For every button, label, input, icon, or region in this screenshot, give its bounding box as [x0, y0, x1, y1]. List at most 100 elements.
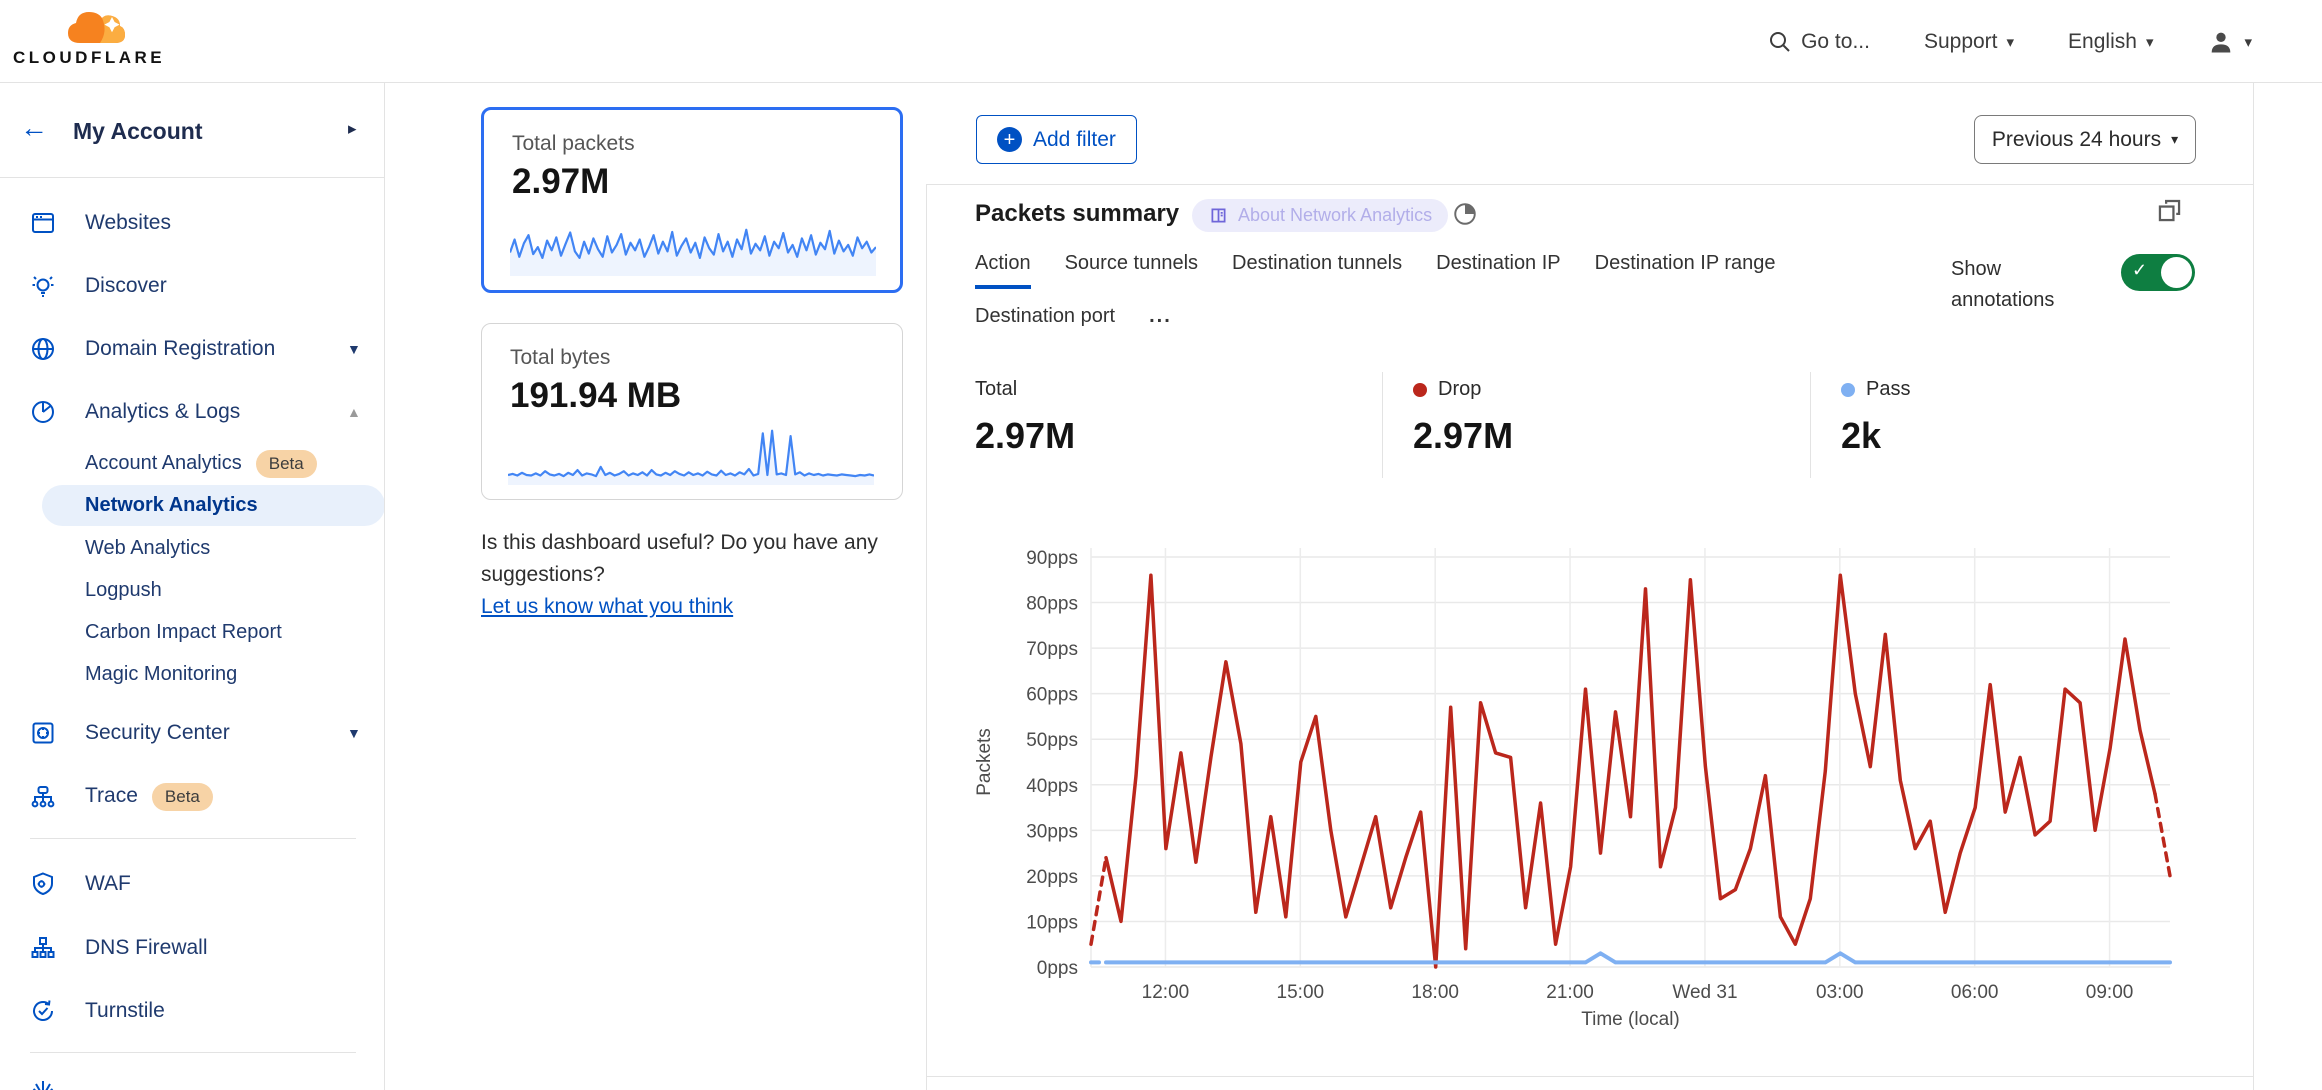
tab-destination-ip[interactable]: Destination IP	[1436, 252, 1561, 289]
cloudflare-logo[interactable]: CLOUDFLARE	[0, 0, 180, 83]
feedback-text-line1: Is this dashboard useful? Do you have an…	[481, 527, 911, 559]
svg-text:0pps: 0pps	[1037, 958, 1078, 979]
time-pie-icon[interactable]	[1452, 201, 1478, 227]
sidebar-item-analytics-logs[interactable]: Analytics & Logs ▲	[0, 387, 385, 437]
svg-text:10pps: 10pps	[1026, 912, 1078, 933]
sidebar-divider	[30, 838, 356, 839]
tab-destination-ip-range[interactable]: Destination IP range	[1595, 252, 1776, 289]
sidebar-subitem-magic-monitoring[interactable]: Magic Monitoring	[0, 654, 385, 695]
svg-text:12:00: 12:00	[1142, 982, 1190, 1003]
svg-text:18:00: 18:00	[1411, 982, 1459, 1003]
svg-text:20pps: 20pps	[1026, 867, 1078, 888]
svg-text:15:00: 15:00	[1277, 982, 1325, 1003]
sidebar-account-title[interactable]: My Account	[73, 118, 203, 145]
sidebar-item-domain-registration[interactable]: Domain Registration ▼	[0, 324, 385, 374]
chevron-down-icon: ▾	[2244, 33, 2252, 51]
svg-text:Time (local): Time (local)	[1581, 1009, 1680, 1030]
cloudflare-wordmark: CLOUDFLARE	[13, 48, 165, 68]
search-icon	[1768, 30, 1792, 54]
sidebar-subitem-label: Network Analytics	[85, 494, 258, 517]
stat-drop-label: Drop	[1438, 378, 1481, 401]
stat-pass-label: Pass	[1866, 378, 1910, 401]
panel-top-border	[926, 184, 2253, 185]
tab-destination-port[interactable]: Destination port	[975, 305, 1115, 338]
stats-divider	[1810, 372, 1811, 478]
sidebar-item-waf[interactable]: WAF	[0, 859, 385, 909]
sidebar-subitem-logpush[interactable]: Logpush	[0, 570, 385, 611]
sidebar-nav: ← My Account ▸ Websites Discover Domain …	[0, 83, 385, 1090]
svg-text:40pps: 40pps	[1026, 776, 1078, 797]
total-packets-card[interactable]: Total packets 2.97M	[481, 107, 903, 293]
stat-total: Total 2.97M	[975, 378, 1075, 457]
chevron-down-icon: ▾	[2146, 33, 2154, 51]
tab-source-tunnels[interactable]: Source tunnels	[1065, 252, 1198, 289]
feedback-link[interactable]: Let us know what you think	[481, 595, 733, 618]
panel-tabs-row2: Destination port ...	[975, 305, 1172, 338]
stat-drop-value: 2.97M	[1413, 415, 1513, 457]
panel-bottom-border	[926, 1076, 2253, 1077]
expand-panel-icon[interactable]	[2156, 197, 2183, 224]
svg-text:06:00: 06:00	[1951, 982, 1999, 1003]
svg-text:Wed 31: Wed 31	[1672, 982, 1737, 1003]
chevron-down-icon: ▼	[347, 341, 361, 357]
support-menu[interactable]: Support ▾	[1924, 30, 2014, 54]
sidebar-item-trace[interactable]: TraceBeta	[0, 772, 385, 822]
show-annotations-label: Show annotations	[1951, 254, 2091, 316]
sidebar-item-websites[interactable]: Websites	[0, 198, 385, 248]
sidebar-item-label: WAF	[85, 872, 131, 896]
account-header-row: ← My Account ▸	[0, 83, 385, 178]
globe-icon	[30, 336, 56, 362]
sidebar-item-turnstile[interactable]: Turnstile	[0, 986, 385, 1036]
svg-text:80pps: 80pps	[1026, 594, 1078, 615]
account-menu[interactable]: ▾	[2207, 28, 2252, 56]
stat-total-label: Total	[975, 378, 1017, 401]
goto-search[interactable]: Go to...	[1768, 30, 1870, 54]
sidebar-subitem-account-analytics[interactable]: Account AnalyticsBeta	[0, 443, 385, 484]
cloudflare-cloud-icon	[62, 5, 126, 49]
pie-chart-icon	[30, 399, 56, 425]
tab-destination-tunnels[interactable]: Destination tunnels	[1232, 252, 1402, 289]
total-packets-sparkline	[510, 214, 876, 276]
language-label: English	[2068, 30, 2137, 54]
support-label: Support	[1924, 30, 1998, 54]
packets-time-series-chart: 0pps10pps20pps30pps40pps50pps60pps70pps8…	[926, 520, 2253, 1076]
plus-circle-icon: +	[997, 127, 1022, 152]
drop-series-dot	[1413, 383, 1427, 397]
add-filter-button[interactable]: + Add filter	[976, 115, 1137, 164]
chevron-down-icon: ▾	[2007, 33, 2015, 51]
total-packets-title: Total packets	[512, 132, 635, 156]
tab-action[interactable]: Action	[975, 252, 1031, 289]
about-network-analytics-badge[interactable]: About Network Analytics	[1192, 199, 1448, 232]
check-icon: ✓	[2132, 260, 2147, 281]
sidebar-subitem-web-analytics[interactable]: Web Analytics	[0, 528, 385, 569]
more-tabs-icon[interactable]: ...	[1149, 305, 1172, 338]
shield-gear-icon	[30, 871, 56, 897]
feedback-text-line2: suggestions?	[481, 559, 911, 591]
sidebar-subitem-carbon-impact-report[interactable]: Carbon Impact Report	[0, 612, 385, 653]
sidebar-item-security-center[interactable]: Security Center ▼	[0, 708, 385, 758]
sidebar-subitem-network-analytics[interactable]: Network Analytics	[0, 485, 385, 526]
svg-text:03:00: 03:00	[1816, 982, 1864, 1003]
chevron-right-icon[interactable]: ▸	[348, 119, 357, 139]
pass-series-dot	[1841, 383, 1855, 397]
total-bytes-value: 191.94 MB	[510, 376, 681, 416]
sidebar-item-label: TraceBeta	[85, 783, 213, 811]
content-right-border	[2253, 83, 2254, 1090]
top-header: CLOUDFLARE Go to... Support ▾ English ▾ …	[0, 0, 2322, 83]
sidebar-subitem-label: Account AnalyticsBeta	[85, 450, 317, 478]
sidebar-item-discover[interactable]: Discover	[0, 261, 385, 311]
sidebar-item-partial[interactable]	[0, 1073, 385, 1090]
stat-pass-value: 2k	[1841, 415, 1910, 457]
svg-text:90pps: 90pps	[1026, 548, 1078, 569]
sidebar-item-dns-firewall[interactable]: DNS Firewall	[0, 923, 385, 973]
sidebar-subitem-label: Logpush	[85, 579, 162, 602]
panel-title: Packets summary	[975, 200, 1179, 228]
total-bytes-card[interactable]: Total bytes 191.94 MB	[481, 323, 903, 500]
svg-text:70pps: 70pps	[1026, 639, 1078, 660]
time-range-selector[interactable]: Previous 24 hours ▾	[1974, 115, 2196, 164]
show-annotations-toggle[interactable]: ✓	[2121, 254, 2195, 291]
lightbulb-icon	[30, 273, 56, 299]
language-menu[interactable]: English ▾	[2068, 30, 2153, 54]
add-filter-label: Add filter	[1033, 128, 1116, 152]
back-arrow-icon[interactable]: ←	[20, 114, 48, 142]
